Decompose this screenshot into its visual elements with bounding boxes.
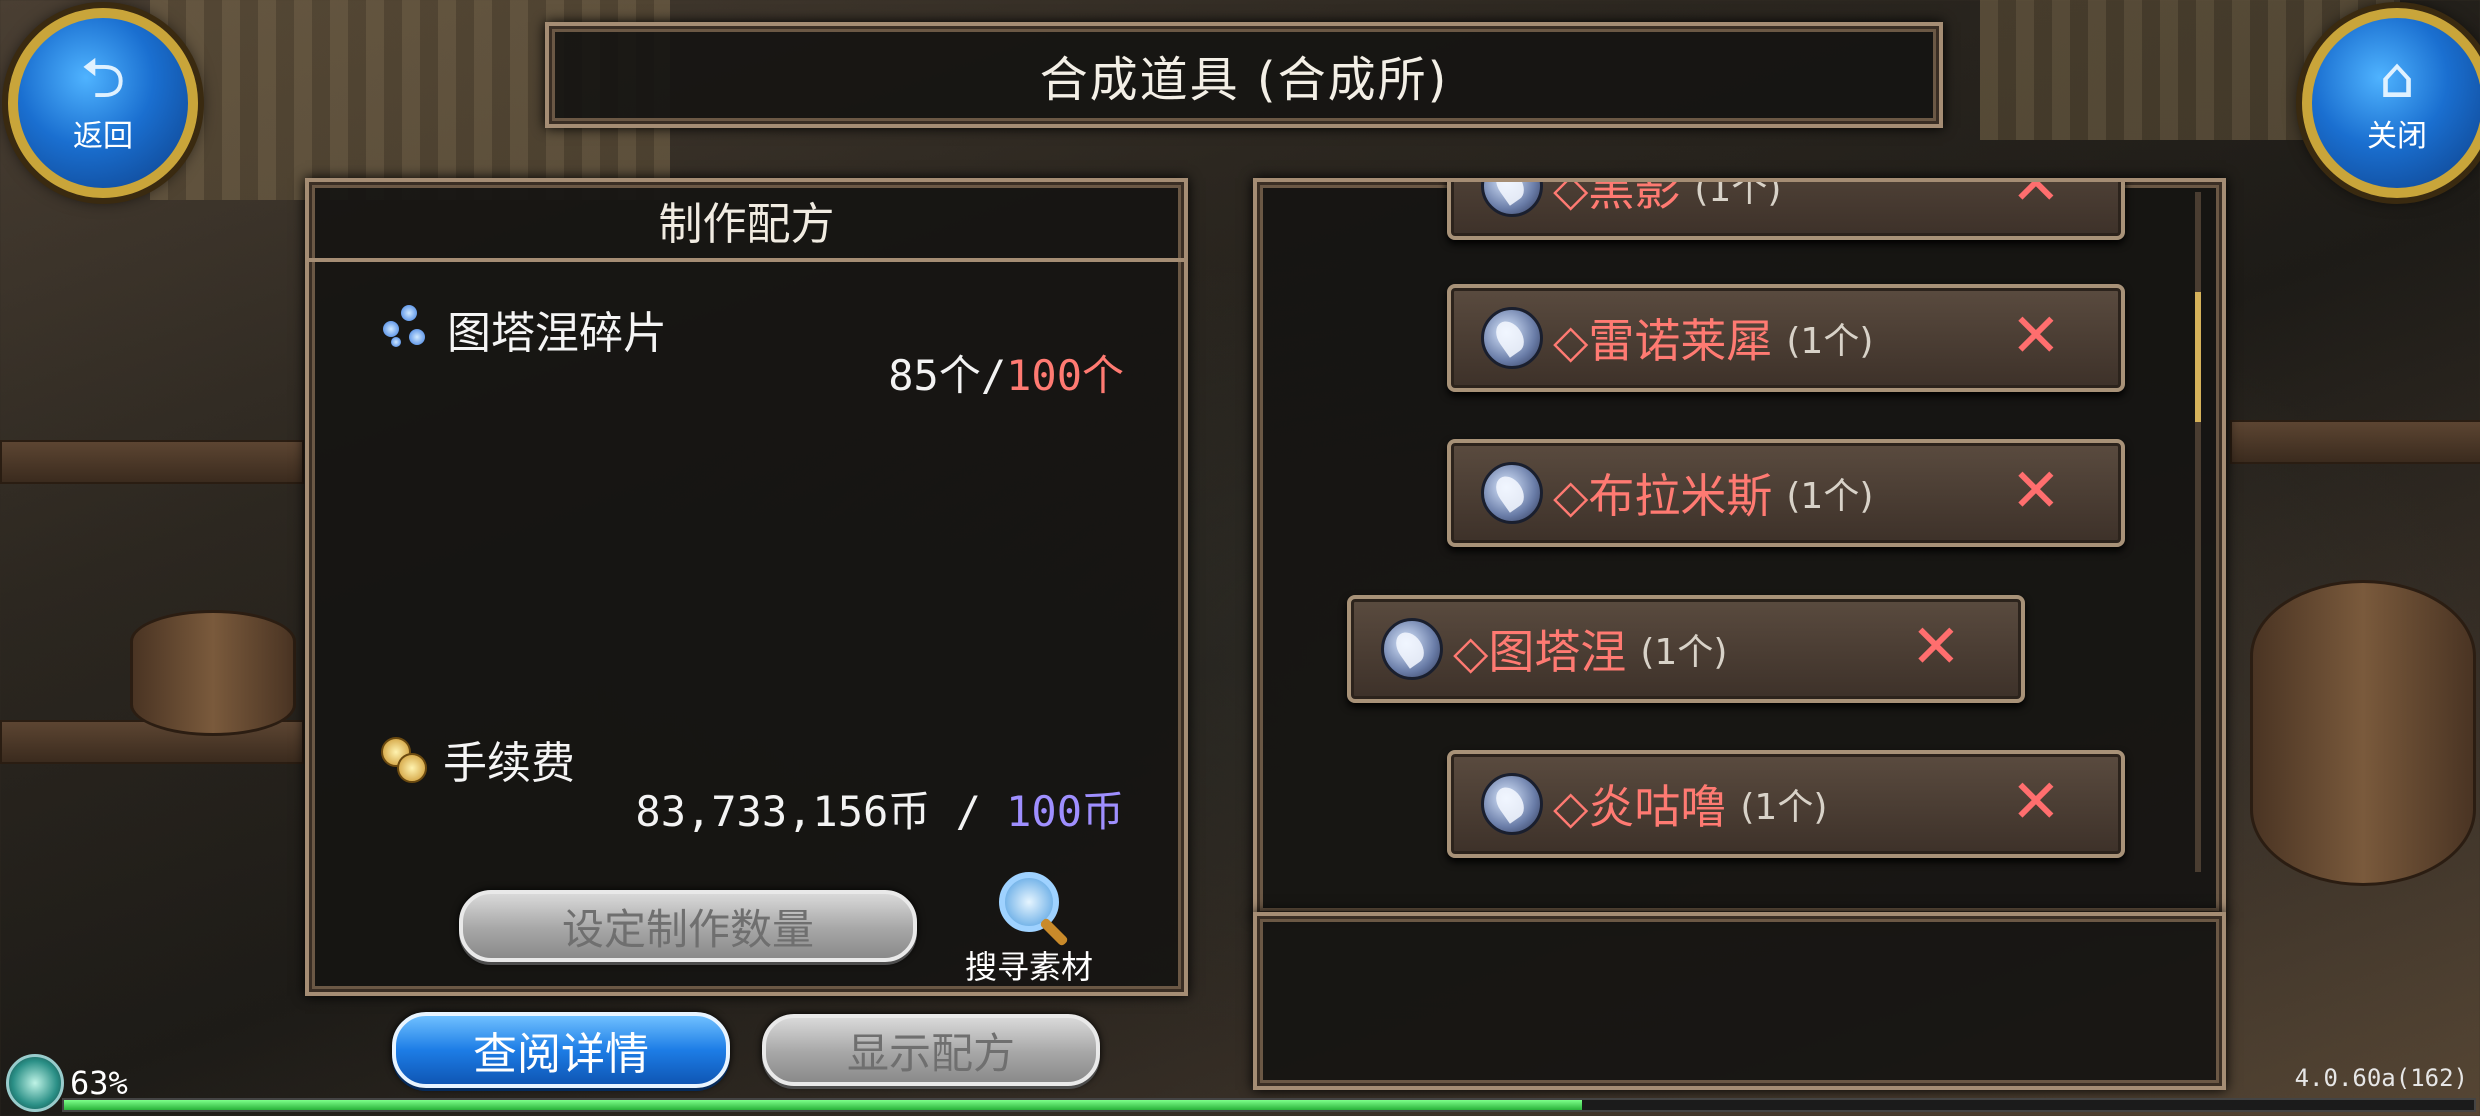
page-title: 合成道具 (合成所): [1039, 52, 1449, 108]
material-separator: /: [980, 351, 1007, 400]
list-item[interactable]: ◇炎咕噜 (1个) ✕: [1447, 750, 2125, 858]
recipe-header: 制作配方: [309, 182, 1184, 262]
fee-label: 手续费: [443, 738, 575, 789]
background-barrel: [2250, 580, 2476, 886]
background-shelf: [0, 440, 304, 484]
magnifier-icon: [999, 872, 1059, 932]
progress-fill: [64, 1100, 1583, 1110]
remove-icon[interactable]: ✕: [2011, 182, 2061, 214]
home-icon: ⌂: [2379, 46, 2415, 111]
version-label: 4.0.60a(162): [2294, 1064, 2468, 1092]
remove-icon[interactable]: ✕: [2011, 461, 2061, 521]
recipe-panel: 制作配方 图塔涅碎片 85个/100个 手续费 83,733,156币 / 10…: [305, 178, 1188, 996]
fee-need: 100币: [1006, 787, 1124, 836]
item-icon: [1481, 307, 1543, 369]
set-quantity-button[interactable]: 设定制作数量: [459, 890, 917, 962]
show-recipe-button[interactable]: 显示配方: [762, 1014, 1100, 1086]
item-name: ◇布拉米斯: [1553, 469, 1773, 523]
list-item[interactable]: ◇雷诺莱犀 (1个) ✕: [1447, 284, 2125, 392]
item-name: ◇黑影: [1553, 178, 1681, 216]
item-qty: (1个): [1694, 178, 1782, 210]
search-material-button[interactable]: 搜寻素材: [959, 872, 1099, 988]
coin-icon: [377, 733, 429, 785]
item-icon: [1481, 462, 1543, 524]
item-icon: [1481, 773, 1543, 835]
item-qty: (1个): [1640, 632, 1728, 673]
item-icon: [1481, 182, 1543, 217]
fragment-icon: [377, 301, 433, 357]
fee-row: 手续费: [377, 727, 575, 791]
remove-icon[interactable]: ✕: [1911, 617, 1961, 677]
material-row: 图塔涅碎片: [377, 297, 667, 361]
background-shelf: [2230, 420, 2480, 464]
scrollbar-thumb[interactable]: [2195, 292, 2201, 422]
item-qty: (1个): [1786, 476, 1874, 517]
fee-have: 83,733,156币: [635, 787, 931, 836]
fee-amount: 83,733,156币 / 100币: [635, 778, 1124, 839]
remove-icon[interactable]: ✕: [2011, 772, 2061, 832]
back-button[interactable]: ⮌ 返回: [8, 8, 198, 198]
close-button-label: 关闭: [2367, 119, 2427, 154]
progress-bar: [62, 1098, 2476, 1112]
item-icon: [1381, 618, 1443, 680]
item-qty: (1个): [1740, 787, 1828, 828]
info-panel: [1253, 912, 2226, 1090]
close-button[interactable]: ⌂ 关闭: [2302, 8, 2480, 198]
list-item-selected[interactable]: ◇图塔涅 (1个) ✕: [1347, 595, 2025, 703]
search-material-label: 搜寻素材: [964, 948, 1093, 986]
back-button-label: 返回: [73, 119, 133, 154]
material-count: 85个/100个: [888, 342, 1124, 403]
item-list-panel[interactable]: ◇黑影 (1个) ✕ ◇雷诺莱犀 (1个) ✕ ◇布拉米斯 (1个) ✕ ◇图塔…: [1253, 178, 2226, 918]
view-details-button[interactable]: 查阅详情: [392, 1012, 730, 1088]
recipe-title: 制作配方: [658, 199, 835, 250]
background-barrel: [130, 610, 296, 736]
item-name: ◇炎咕噜: [1553, 780, 1727, 834]
battery-percent: 63%: [70, 1064, 128, 1102]
item-name: ◇图塔涅: [1453, 625, 1627, 679]
material-need: 100个: [1006, 351, 1124, 400]
material-name: 图塔涅碎片: [447, 308, 667, 359]
list-item[interactable]: ◇黑影 (1个) ✕: [1447, 178, 2125, 240]
material-have: 85个: [888, 351, 981, 400]
return-arrow-icon: ⮌: [80, 46, 126, 111]
title-bar: 合成道具 (合成所): [545, 22, 1943, 128]
list-item[interactable]: ◇布拉米斯 (1个) ✕: [1447, 439, 2125, 547]
battery-icon: [6, 1054, 64, 1112]
item-name: ◇雷诺莱犀: [1553, 314, 1773, 368]
item-qty: (1个): [1786, 321, 1874, 362]
remove-icon[interactable]: ✕: [2011, 306, 2061, 366]
fee-separator: /: [930, 787, 1007, 836]
